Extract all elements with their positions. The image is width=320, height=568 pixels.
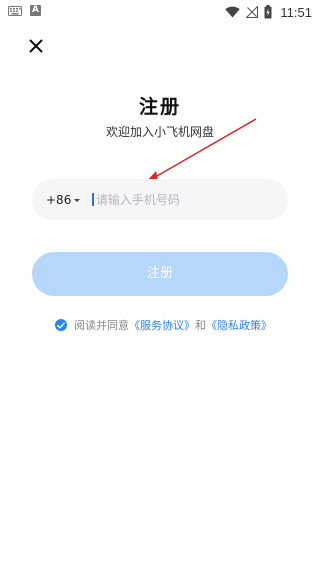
privacy-policy-link[interactable]: 《隐私政策》	[206, 317, 272, 333]
agreement-connector: 和	[195, 319, 206, 332]
agreement-prefix: 阅读并同意	[74, 319, 129, 332]
service-agreement-link[interactable]: 《服务协议》	[129, 317, 195, 333]
signal-icon	[246, 6, 259, 18]
agreement-row: 阅读并同意 《服务协议》 和 《隐私政策》	[55, 317, 272, 333]
battery-charging-icon	[264, 5, 272, 19]
keyboard-icon	[8, 5, 22, 16]
wifi-icon	[225, 6, 241, 18]
close-icon	[26, 36, 46, 56]
page-subtitle: 欢迎加入小飞机网盘	[105, 125, 214, 139]
check-icon	[57, 322, 65, 329]
country-code-selector[interactable]: +86	[46, 192, 81, 207]
chevron-down-icon	[74, 198, 81, 202]
status-bar-left: A	[8, 5, 41, 16]
register-button[interactable]: 注册	[32, 252, 288, 296]
phone-field: +86	[32, 179, 288, 220]
notification-a-icon: A	[30, 5, 41, 16]
country-code-label: +86	[46, 192, 72, 207]
status-time: 11:51	[280, 4, 312, 20]
page-title: 注册	[138, 96, 181, 118]
agreement-checkbox[interactable]	[55, 319, 67, 331]
status-bar-right: 11:51	[225, 3, 312, 21]
close-button[interactable]	[26, 36, 46, 56]
phone-input[interactable]	[93, 192, 266, 207]
status-bar: A 11:51	[0, 0, 320, 24]
